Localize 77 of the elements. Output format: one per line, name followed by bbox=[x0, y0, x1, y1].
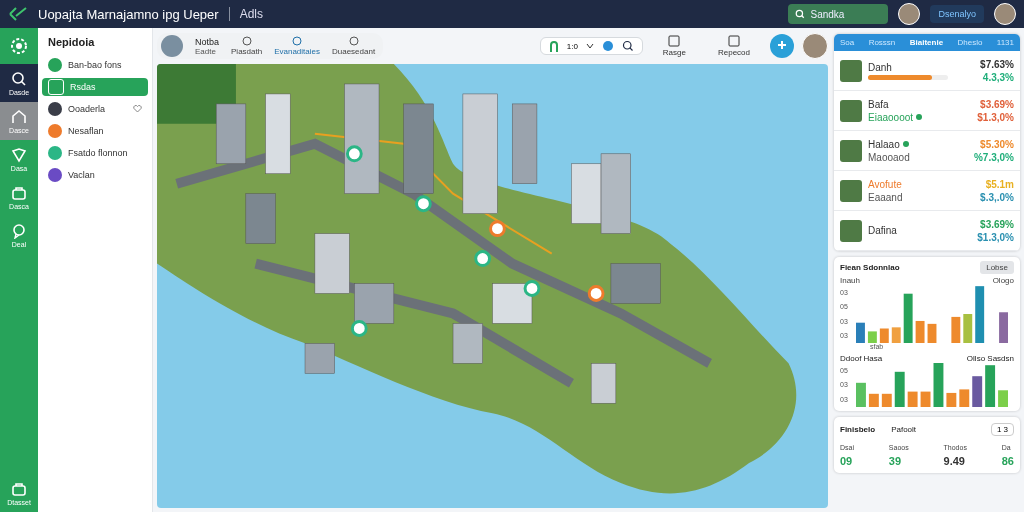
square-icon bbox=[728, 35, 740, 47]
card-subtitle: Pafoolt bbox=[891, 425, 917, 434]
toolbar-action[interactable]: Repecod bbox=[705, 35, 762, 57]
stat-value: 39 bbox=[888, 455, 903, 467]
chart-label: Ologo bbox=[992, 276, 1014, 285]
app-subtitle: Adls bbox=[239, 7, 263, 21]
item-value: $3.69% bbox=[980, 218, 1014, 230]
stat-value: 86 bbox=[1001, 455, 1014, 467]
item-subtitle: Eaaand bbox=[868, 191, 903, 203]
item-change: $.3,.0% bbox=[980, 191, 1014, 203]
user-button[interactable]: Dsenalyo bbox=[930, 5, 984, 23]
item-change: 4.3,3% bbox=[982, 71, 1014, 83]
chat-icon bbox=[11, 222, 27, 239]
sidebar-item[interactable]: Fsatdo flonnon bbox=[42, 144, 148, 162]
circle-icon bbox=[241, 36, 252, 46]
profile-name: Notba bbox=[195, 36, 220, 47]
item-subtitle: Eiaaoooot bbox=[868, 111, 914, 123]
profile-subtitle: Eadte bbox=[195, 46, 217, 56]
circle-icon bbox=[348, 36, 359, 46]
item-subtitle: Maooaod bbox=[868, 151, 910, 163]
sidebar-item[interactable]: Ooaderla bbox=[42, 100, 148, 118]
item-change: %7.3,0% bbox=[973, 151, 1014, 163]
sidebar-item[interactable]: Vaclan bbox=[42, 166, 148, 184]
lock-icon bbox=[548, 40, 559, 52]
gear-icon bbox=[9, 36, 29, 56]
chart-label: Ddoof Hasa bbox=[840, 354, 883, 363]
toolbar-tab[interactable]: Piasdath bbox=[231, 36, 263, 56]
item-value: $5.1m bbox=[985, 178, 1014, 190]
shield-icon bbox=[11, 146, 27, 163]
square-icon bbox=[668, 35, 681, 47]
sidebar-item[interactable]: Ban-bao fons bbox=[42, 56, 148, 74]
chart-label: Ollso Sasdsn bbox=[966, 354, 1014, 363]
photo-placeholder bbox=[840, 219, 862, 242]
item-name: Bafa bbox=[868, 98, 889, 110]
search-icon bbox=[11, 70, 27, 87]
toolbar-tab[interactable]: Duaesedant bbox=[332, 36, 376, 56]
plus-icon bbox=[776, 38, 788, 51]
user-avatar[interactable] bbox=[898, 3, 921, 25]
photo-placeholder bbox=[840, 139, 862, 162]
photo-placeholder bbox=[840, 59, 862, 82]
card-button[interactable]: Lobse bbox=[980, 261, 1014, 274]
item-name: Dafina bbox=[868, 225, 897, 236]
card-button[interactable]: 1 3 bbox=[990, 423, 1014, 436]
user-avatar[interactable] bbox=[994, 3, 1016, 25]
search-icon bbox=[795, 9, 806, 19]
bag-icon bbox=[11, 480, 27, 497]
control-value: 1:0 bbox=[566, 41, 578, 51]
house-icon bbox=[11, 108, 27, 125]
sidebar-item[interactable]: Nesaflan bbox=[42, 122, 148, 140]
stat-value: 09 bbox=[840, 455, 854, 467]
item-value: $5.30% bbox=[980, 138, 1014, 150]
item-name: Danh bbox=[868, 61, 892, 73]
chart-label: Inauh bbox=[840, 276, 861, 285]
item-value: $7.63% bbox=[980, 58, 1014, 70]
item-name: Halaao bbox=[868, 138, 900, 150]
toolbar-tab[interactable]: Evanaditaies bbox=[274, 36, 320, 56]
circle-icon bbox=[292, 36, 303, 46]
photo-placeholder bbox=[840, 179, 862, 202]
stat-value: 9.49 bbox=[943, 455, 966, 467]
search-field[interactable]: Sandka bbox=[788, 4, 889, 24]
panel-tab[interactable]: Biaitenie bbox=[909, 38, 944, 47]
search-icon[interactable] bbox=[621, 40, 634, 52]
app-title: Uopajta Marnajamno ipg Ueper bbox=[38, 6, 219, 22]
item-change: $1.3,0% bbox=[977, 111, 1014, 123]
item-name: Avofute bbox=[868, 178, 902, 190]
action-button[interactable] bbox=[770, 34, 794, 58]
logo-icon bbox=[8, 6, 28, 22]
card-title: Finisbelo bbox=[840, 425, 876, 434]
photo-placeholder bbox=[840, 99, 862, 122]
bag-icon bbox=[11, 184, 27, 201]
item-value: $3.69% bbox=[980, 98, 1014, 110]
item-change: $1.3,0% bbox=[977, 231, 1014, 243]
toolbar-action[interactable]: Rasge bbox=[650, 35, 698, 57]
sidebar-heading: Nepidoia bbox=[48, 36, 96, 48]
profile-avatar[interactable] bbox=[161, 35, 183, 57]
card-title: Fiean Sdonnlao bbox=[840, 263, 900, 272]
chevron-icon[interactable] bbox=[585, 43, 594, 49]
